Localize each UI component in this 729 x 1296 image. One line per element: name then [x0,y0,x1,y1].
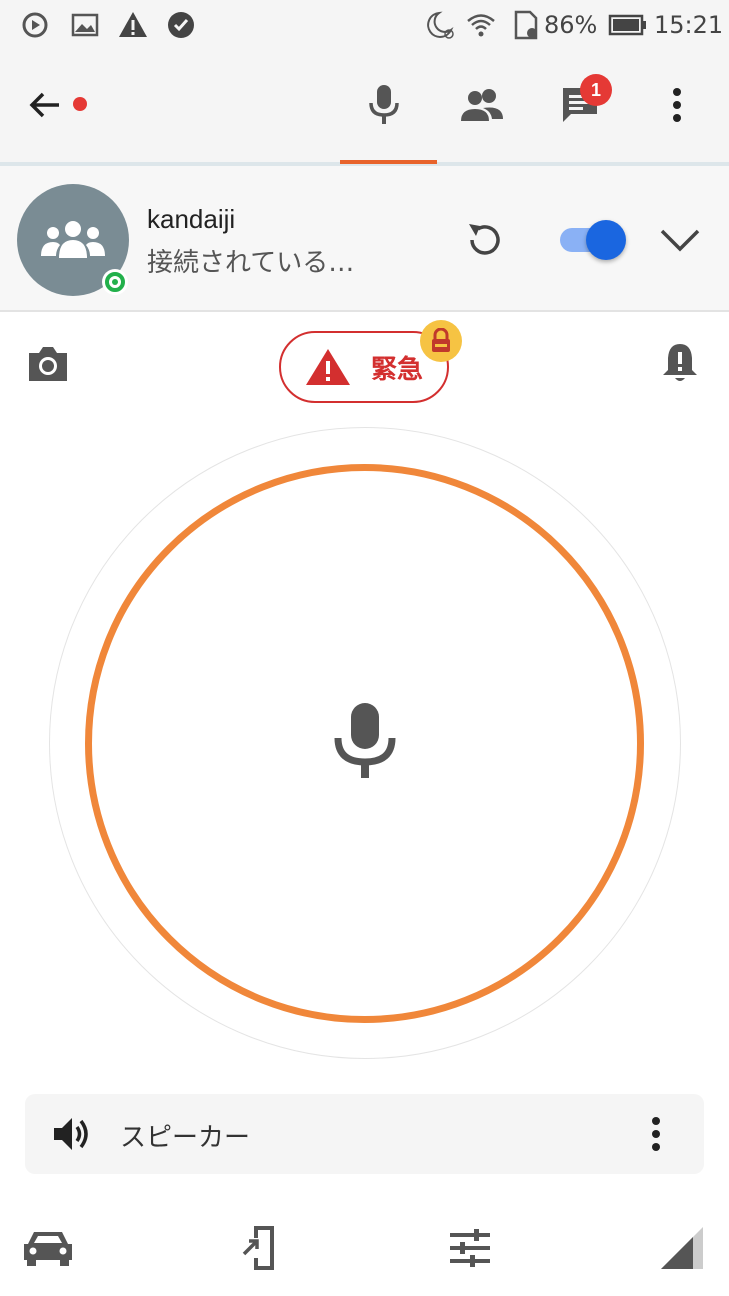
battery-icon [608,14,646,36]
online-status-indicator [102,269,128,295]
signal-icon [661,1227,703,1269]
phone-login-icon [242,1226,274,1270]
emergency-label: 緊急 [370,354,423,385]
warning-icon [305,349,350,385]
tab-members[interactable] [452,75,512,135]
speaker-icon [54,1118,88,1150]
chat-unread-badge: 1 [580,74,612,106]
channel-header[interactable]: kandaiji 接続されている… [0,166,729,312]
recording-indicator [73,97,87,111]
camera-button[interactable] [23,340,73,388]
active-tab-indicator [340,160,437,164]
back-button[interactable] [15,75,75,135]
group-icon [41,221,105,258]
more-vert-icon [652,1117,660,1151]
device-login-button[interactable] [230,1220,290,1276]
channel-toggle-switch[interactable] [560,218,626,260]
lock-badge [420,320,462,362]
clock: 15:21 [654,11,724,39]
bell-alert-icon [663,344,697,381]
drive-mode-button[interactable] [18,1220,78,1276]
signal-strength-indicator [652,1220,712,1276]
alert-button[interactable] [655,338,705,388]
wifi-icon [467,14,495,37]
mic-icon [334,703,396,778]
back-arrow-icon [29,92,59,118]
status-bar: 86% 15:21 [0,0,729,52]
channel-name: kandaiji [147,204,236,234]
warning-icon [119,12,147,37]
sd-card-icon [514,10,538,40]
check-shield-icon [168,12,194,38]
people-icon [461,89,503,121]
car-icon [24,1232,72,1266]
audio-output-label: スピーカー [120,1123,251,1153]
image-icon [71,13,99,37]
more-vert-icon [673,88,681,122]
expand-button[interactable] [650,210,710,270]
chevron-down-icon [660,229,700,252]
tune-icon [450,1229,490,1267]
connection-status: 接続されている… [147,248,355,278]
tab-talk[interactable] [354,75,414,135]
reconnect-button[interactable] [455,210,515,270]
audio-output-menu-button[interactable] [626,1104,686,1164]
moon-alarm-icon [427,11,454,39]
sync-play-icon [22,12,48,38]
battery-percent: 86% [544,11,598,39]
overflow-menu-button[interactable] [647,75,707,135]
lock-icon [432,328,450,352]
refresh-icon [469,224,500,255]
settings-tune-button[interactable] [440,1220,500,1276]
camera-icon [29,347,67,381]
mic-icon [369,85,399,124]
